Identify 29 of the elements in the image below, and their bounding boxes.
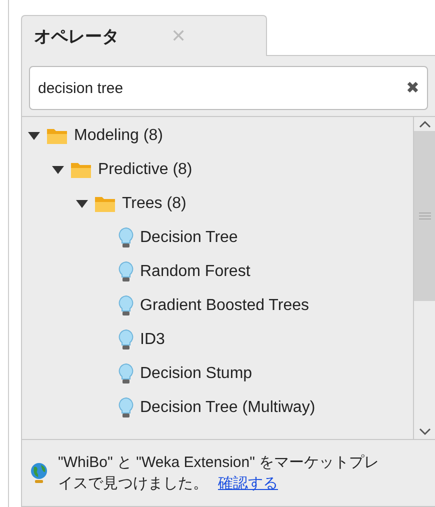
lightbulb-icon bbox=[118, 261, 134, 283]
lightbulb-icon bbox=[118, 329, 134, 351]
lightbulb-icon bbox=[118, 363, 134, 385]
marketplace-notice: "WhiBo" と "Weka Extension" をマーケットプレイスで見つけました。 確認する bbox=[58, 453, 380, 494]
operator-label[interactable]: Decision Stump bbox=[140, 365, 252, 383]
tab-label: オペレータ bbox=[34, 26, 119, 48]
lightbulb-icon bbox=[118, 227, 134, 249]
operator-label[interactable]: Gradient Boosted Trees bbox=[140, 297, 309, 315]
scrollbar-thumb[interactable] bbox=[414, 131, 435, 301]
search-field[interactable]: decision tree ✖ bbox=[29, 66, 428, 110]
confirm-link[interactable]: 確認する bbox=[218, 475, 278, 492]
folder-label[interactable]: Predictive (8) bbox=[98, 161, 192, 179]
operator-label[interactable]: Decision Tree (Multiway) bbox=[140, 399, 316, 417]
folder-icon bbox=[94, 194, 116, 214]
expanded-arrow-icon[interactable] bbox=[76, 200, 88, 208]
lightbulb-icon bbox=[118, 397, 134, 419]
folder-icon bbox=[70, 160, 92, 180]
operator-label[interactable]: Decision Tree bbox=[140, 229, 238, 247]
folder-label[interactable]: Trees (8) bbox=[122, 195, 186, 213]
lightbulb-icon bbox=[118, 295, 134, 317]
operator-label[interactable]: ID3 bbox=[140, 331, 165, 349]
folder-label[interactable]: Modeling (8) bbox=[74, 127, 163, 145]
operators-tab[interactable]: オペレータ ✕ bbox=[21, 15, 267, 56]
globe-icon bbox=[30, 462, 48, 484]
clear-button[interactable]: ✖ bbox=[406, 78, 419, 98]
expanded-arrow-icon[interactable] bbox=[28, 132, 40, 140]
expanded-arrow-icon[interactable] bbox=[52, 166, 64, 174]
operator-label[interactable]: Random Forest bbox=[140, 263, 250, 281]
folder-icon bbox=[46, 126, 68, 146]
